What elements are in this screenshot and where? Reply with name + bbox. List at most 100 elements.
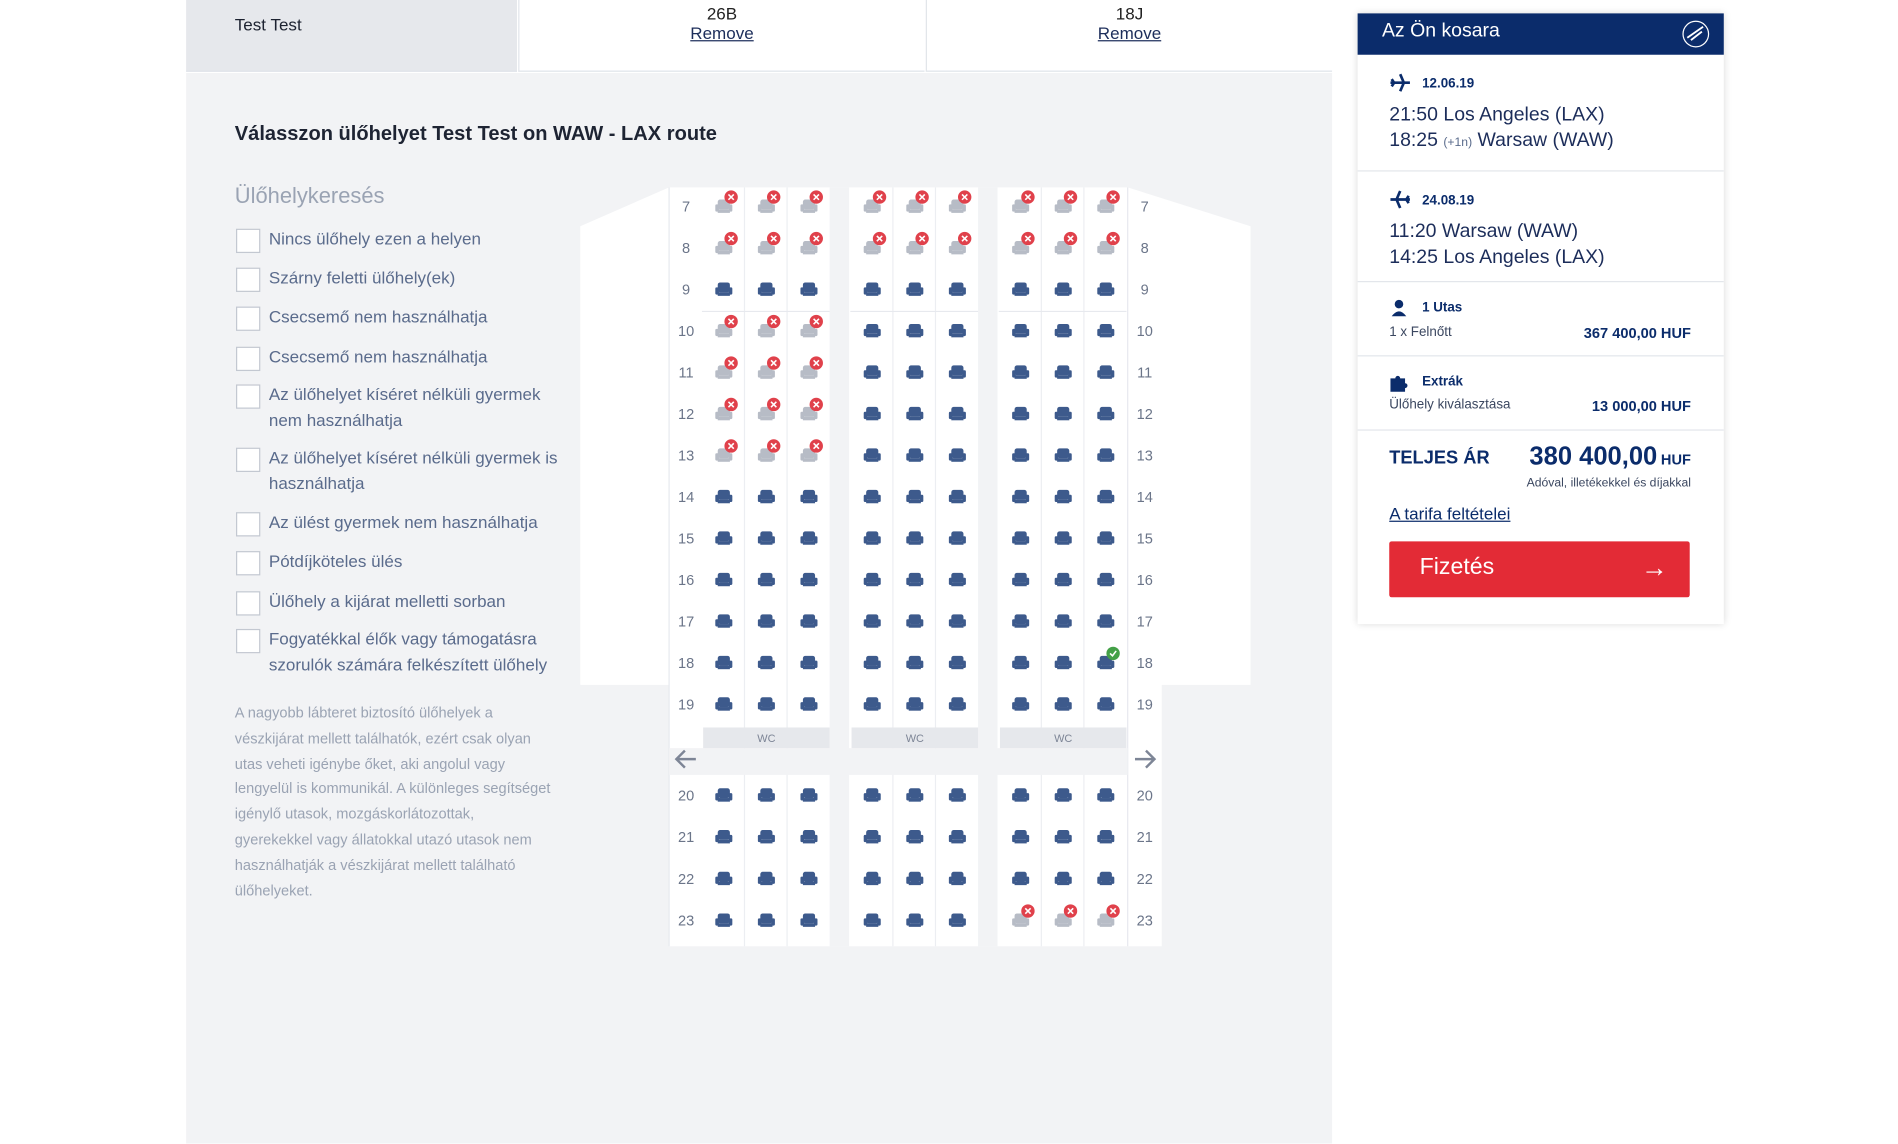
seat-9-6[interactable] <box>948 282 966 296</box>
seat-17-2[interactable] <box>757 614 775 628</box>
seat-15-3[interactable] <box>800 531 818 545</box>
seat-13-7[interactable] <box>1012 448 1030 462</box>
seat-14-9[interactable] <box>1097 489 1115 504</box>
tariff-conditions-link[interactable]: A tarifa feltételei <box>1389 504 1510 523</box>
seat-19-1[interactable] <box>715 697 733 711</box>
checkbox[interactable] <box>236 384 261 409</box>
seat-23-2[interactable] <box>757 913 775 927</box>
seat-14-3[interactable] <box>800 489 818 504</box>
seat-12-5[interactable] <box>906 406 924 421</box>
seat-19-7[interactable] <box>1012 697 1030 711</box>
seat-17-5[interactable] <box>906 614 924 628</box>
remove-seat-link[interactable]: Remove <box>1098 23 1161 42</box>
seat-13-4[interactable] <box>863 448 881 462</box>
seat-15-2[interactable] <box>757 531 775 545</box>
seat-10-4[interactable] <box>863 323 881 338</box>
seat-20-8[interactable] <box>1054 788 1072 802</box>
seat-16-2[interactable] <box>757 572 775 587</box>
seat-10-6[interactable] <box>948 323 966 338</box>
seat-16-7[interactable] <box>1012 572 1030 587</box>
seat-16-8[interactable] <box>1054 572 1072 587</box>
seat-22-7[interactable] <box>1012 871 1030 886</box>
checkbox[interactable] <box>236 551 261 576</box>
seat-21-3[interactable] <box>800 830 818 844</box>
seat-10-5[interactable] <box>906 323 924 338</box>
seat-19-8[interactable] <box>1054 697 1072 711</box>
seat-18-6[interactable] <box>948 655 966 670</box>
seat-9-4[interactable] <box>863 282 881 296</box>
seat-14-7[interactable] <box>1012 489 1030 504</box>
seat-23-1[interactable] <box>715 913 733 927</box>
seat-20-5[interactable] <box>906 788 924 802</box>
seat-9-2[interactable] <box>757 282 775 296</box>
seat-22-3[interactable] <box>800 871 818 886</box>
seat-17-7[interactable] <box>1012 614 1030 628</box>
seat-11-7[interactable] <box>1012 365 1030 379</box>
seat-17-8[interactable] <box>1054 614 1072 628</box>
seat-14-4[interactable] <box>863 489 881 504</box>
seat-22-6[interactable] <box>948 871 966 886</box>
seat-11-4[interactable] <box>863 365 881 379</box>
seat-19-6[interactable] <box>948 697 966 711</box>
checkbox[interactable] <box>236 512 261 537</box>
seat-17-1[interactable] <box>715 614 733 628</box>
seat-20-4[interactable] <box>863 788 881 802</box>
seat-17-9[interactable] <box>1097 614 1115 628</box>
seat-19-3[interactable] <box>800 697 818 711</box>
seat-13-5[interactable] <box>906 448 924 462</box>
seat-13-9[interactable] <box>1097 448 1115 462</box>
seat-12-8[interactable] <box>1054 406 1072 421</box>
seat-9-7[interactable] <box>1012 282 1030 296</box>
seat-19-5[interactable] <box>906 697 924 711</box>
checkbox[interactable] <box>236 306 261 331</box>
seat-18-1[interactable] <box>715 655 733 670</box>
seat-18-3[interactable] <box>800 655 818 670</box>
seat-18-8[interactable] <box>1054 655 1072 670</box>
seat-11-6[interactable] <box>948 365 966 379</box>
seat-20-9[interactable] <box>1097 788 1115 802</box>
pay-button[interactable]: Fizetés → <box>1389 541 1690 598</box>
seat-20-2[interactable] <box>757 788 775 802</box>
seat-15-8[interactable] <box>1054 531 1072 545</box>
seat-17-6[interactable] <box>948 614 966 628</box>
seat-14-6[interactable] <box>948 489 966 504</box>
seat-20-6[interactable] <box>948 788 966 802</box>
seat-13-6[interactable] <box>948 448 966 462</box>
seat-11-8[interactable] <box>1054 365 1072 379</box>
seat-19-2[interactable] <box>757 697 775 711</box>
seat-15-4[interactable] <box>863 531 881 545</box>
seat-19-4[interactable] <box>863 697 881 711</box>
seat-23-6[interactable] <box>948 913 966 927</box>
seat-20-1[interactable] <box>715 788 733 802</box>
seat-12-4[interactable] <box>863 406 881 421</box>
seat-22-5[interactable] <box>906 871 924 886</box>
seat-20-3[interactable] <box>800 788 818 802</box>
seat-16-9[interactable] <box>1097 572 1115 587</box>
seat-10-7[interactable] <box>1012 323 1030 338</box>
seat-15-1[interactable] <box>715 531 733 545</box>
seat-9-3[interactable] <box>800 282 818 296</box>
checkbox[interactable] <box>236 346 261 372</box>
seat-10-9[interactable] <box>1097 323 1115 338</box>
seat-16-4[interactable] <box>863 572 881 587</box>
seat-21-5[interactable] <box>906 830 924 844</box>
seat-11-5[interactable] <box>906 365 924 379</box>
seat-22-9[interactable] <box>1097 871 1115 886</box>
seat-22-8[interactable] <box>1054 871 1072 886</box>
seat-16-1[interactable] <box>715 572 733 587</box>
seat-16-3[interactable] <box>800 572 818 587</box>
seat-17-3[interactable] <box>800 614 818 628</box>
seat-18-7[interactable] <box>1012 655 1030 670</box>
seat-15-7[interactable] <box>1012 531 1030 545</box>
seat-9-8[interactable] <box>1054 282 1072 296</box>
checkbox[interactable] <box>236 228 261 254</box>
checkbox[interactable] <box>236 267 261 292</box>
seat-12-6[interactable] <box>948 406 966 421</box>
seat-13-8[interactable] <box>1054 448 1072 462</box>
seat-23-3[interactable] <box>800 913 818 927</box>
seat-23-4[interactable] <box>863 913 881 927</box>
seat-18-5[interactable] <box>906 655 924 670</box>
seat-9-5[interactable] <box>906 282 924 296</box>
seat-16-5[interactable] <box>906 572 924 587</box>
seat-12-9[interactable] <box>1097 406 1115 421</box>
